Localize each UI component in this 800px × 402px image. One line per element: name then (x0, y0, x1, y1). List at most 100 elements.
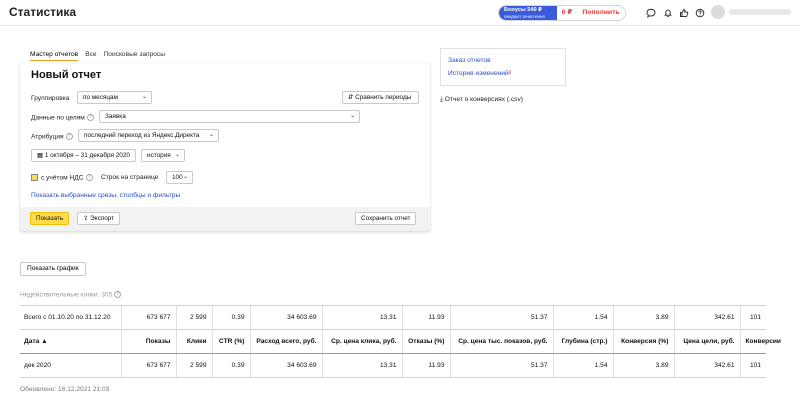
totals-label: Всего с 01.10.20 по 31.12.20 (20, 305, 121, 330)
table-cell: 3.89 (612, 353, 674, 378)
vat-checkbox[interactable] (31, 174, 38, 181)
history-select[interactable]: история ⌄ (141, 149, 185, 162)
attribution-select-value: последний переход из Яндекс.Директа (84, 132, 200, 139)
totals-cell: 51.37 (449, 305, 553, 330)
totals-cell: 673 677 (120, 305, 176, 330)
chevron-down-icon: ⌄ (174, 152, 180, 158)
column-header[interactable]: Клики (175, 329, 212, 354)
question-icon[interactable]: ? (114, 291, 122, 298)
table-cell: 13.31 (321, 353, 402, 378)
column-header[interactable]: Расход всего, руб. (249, 329, 322, 354)
show-graph-button[interactable]: Показать график (20, 262, 86, 276)
save-report-button[interactable]: Сохранить отчет (355, 212, 417, 225)
thumb-up-icon[interactable] (678, 7, 690, 19)
column-header[interactable]: Цена цели, руб. (673, 329, 740, 354)
calendar-icon: ▦ (37, 152, 44, 159)
show-report-button[interactable]: Показать (30, 212, 70, 225)
attribution-label-text: Атрибуция (31, 133, 64, 141)
totals-cell: 3.89 (612, 305, 674, 330)
column-header-date[interactable]: Дата ▲ (20, 329, 121, 354)
updated-timestamp: Обновлено: 16.12.2021 21:03 (20, 386, 110, 393)
column-header[interactable]: CTR (%) (211, 329, 250, 354)
user-login-blurred[interactable] (729, 9, 791, 15)
report-title: Новый отчет (31, 69, 102, 81)
totals-cell: 0.39 (211, 305, 250, 330)
balance-widget[interactable]: Бонусы 540 ₽ ожидают зачисления 0 ₽ Попо… (498, 5, 626, 21)
conversions-csv-label: Отчет о конверсиях (.csv) (444, 96, 523, 103)
export-button-label: Экспорт (90, 215, 115, 222)
totals-cell: 342.61 (673, 305, 740, 330)
period-picker-value: 1 октября – 31 декабря 2020 (44, 152, 130, 159)
column-header[interactable]: Конверсия (%) (612, 329, 674, 354)
column-header[interactable]: Ср. цена клика, руб. (321, 329, 402, 354)
column-header[interactable]: Показы (120, 329, 176, 354)
totals-cell: 13.31 (321, 305, 402, 330)
question-icon[interactable]: ? (85, 174, 93, 181)
attribution-select[interactable]: последний переход из Яндекс.Директа ⌄ (78, 129, 219, 142)
stats-table: Всего с 01.10.20 по 31.12.20 673 677 2 5… (20, 305, 781, 378)
chevron-down-icon: ⌄ (141, 94, 147, 100)
upload-icon: ⇪ (83, 215, 89, 222)
chevron-down-icon: ⌄ (349, 113, 355, 119)
question-icon[interactable]: ? (86, 114, 94, 121)
report-tabs: Мастер отчетов Все Поисковые запросы (30, 51, 165, 58)
report-actions-bar: Показать ⇪ Экспорт Сохранить отчет (20, 207, 430, 231)
table-cell: 673 677 (120, 353, 176, 378)
goals-label: Данные по целям? (31, 114, 94, 121)
column-header[interactable]: Ср. цена тыс. показов, руб. (449, 329, 553, 354)
order-reports-link[interactable]: Заказ отчетов (448, 57, 491, 64)
change-history-label: История изменений (448, 70, 509, 77)
history-select-value: история (147, 152, 171, 159)
table-cell: 0.39 (211, 353, 250, 378)
table-cell: 1.54 (552, 353, 613, 378)
table-cell: 342.61 (673, 353, 740, 378)
show-selected-link[interactable]: Показать выбранные срезы, столбцы и филь… (31, 192, 180, 199)
table-cell: 2 599 (175, 353, 212, 378)
grouping-label: Группировка (31, 95, 70, 102)
rows-per-page-label: Строк на странице (101, 174, 159, 181)
period-picker[interactable]: ▦ 1 октября – 31 декабря 2020 (31, 149, 136, 162)
column-header[interactable]: Отказы (%) (401, 329, 450, 354)
grouping-select-value: по месяцам (83, 94, 119, 101)
bell-icon[interactable] (662, 7, 674, 19)
totals-row: Всего с 01.10.20 по 31.12.20 673 677 2 5… (20, 305, 766, 330)
bonus-badge[interactable]: Бонусы 540 ₽ ожидают зачисления (499, 6, 557, 20)
totals-cell: 11.93 (401, 305, 450, 330)
grouping-select[interactable]: по месяцам ⌄ (77, 91, 152, 104)
avatar[interactable] (711, 5, 725, 19)
help-icon[interactable] (694, 7, 706, 19)
table-cell: 34 603.69 (249, 353, 322, 378)
export-button[interactable]: ⇪ Экспорт (77, 212, 121, 225)
change-history-link[interactable]: История измененийβ (448, 70, 511, 77)
table-cell: дек 2020 (20, 353, 121, 378)
question-icon[interactable]: ? (65, 133, 73, 140)
bonus-caption: ожидают зачисления (504, 13, 545, 19)
compare-periods-label: Сравнить периоды (355, 94, 412, 101)
chat-icon[interactable] (645, 7, 657, 19)
goals-select[interactable]: Заявка ⌄ (99, 110, 360, 123)
vat-label-text: с учётом НДС (41, 174, 84, 182)
chevron-down-icon: ⌄ (182, 174, 188, 180)
totals-cell: 101 (739, 305, 766, 330)
top-header: Статистика Бонусы 540 ₽ ожидают зачислен… (0, 0, 800, 26)
tab-search-queries[interactable]: Поисковые запросы (104, 51, 165, 58)
column-header[interactable]: Конверсии (739, 329, 781, 354)
page-title: Статистика (9, 5, 77, 19)
conversions-csv-link[interactable]: ⤓ Отчет о конверсиях (.csv) (440, 96, 523, 104)
rows-per-page-select[interactable]: 100 ⌄ (166, 171, 193, 184)
invalid-clicks-text: Недействительные клики: 305 (20, 291, 113, 299)
account-balance: 0 ₽ (561, 9, 573, 16)
table-cell: 51.37 (449, 353, 553, 378)
column-header[interactable]: Глубина (стр.) (552, 329, 613, 354)
chevron-down-icon: ⌄ (208, 132, 214, 138)
compare-periods-button[interactable]: ⇵ Сравнить периоды (342, 91, 419, 104)
table-row: дек 2020 673 677 2 599 0.39 34 603.69 13… (20, 353, 766, 378)
topup-button[interactable]: Пополнить (577, 6, 625, 20)
download-icon: ⤓ (440, 96, 443, 103)
report-builder-panel: Новый отчет Группировка по месяцам ⌄ ⇵ С… (20, 64, 430, 231)
totals-cell: 1.54 (552, 305, 613, 330)
table-cell: 11.93 (401, 353, 450, 378)
tab-report-wizard[interactable]: Мастер отчетов (30, 51, 78, 58)
side-links-panel: Заказ отчетов История измененийβ (440, 48, 566, 86)
tab-all[interactable]: Все (85, 51, 96, 58)
